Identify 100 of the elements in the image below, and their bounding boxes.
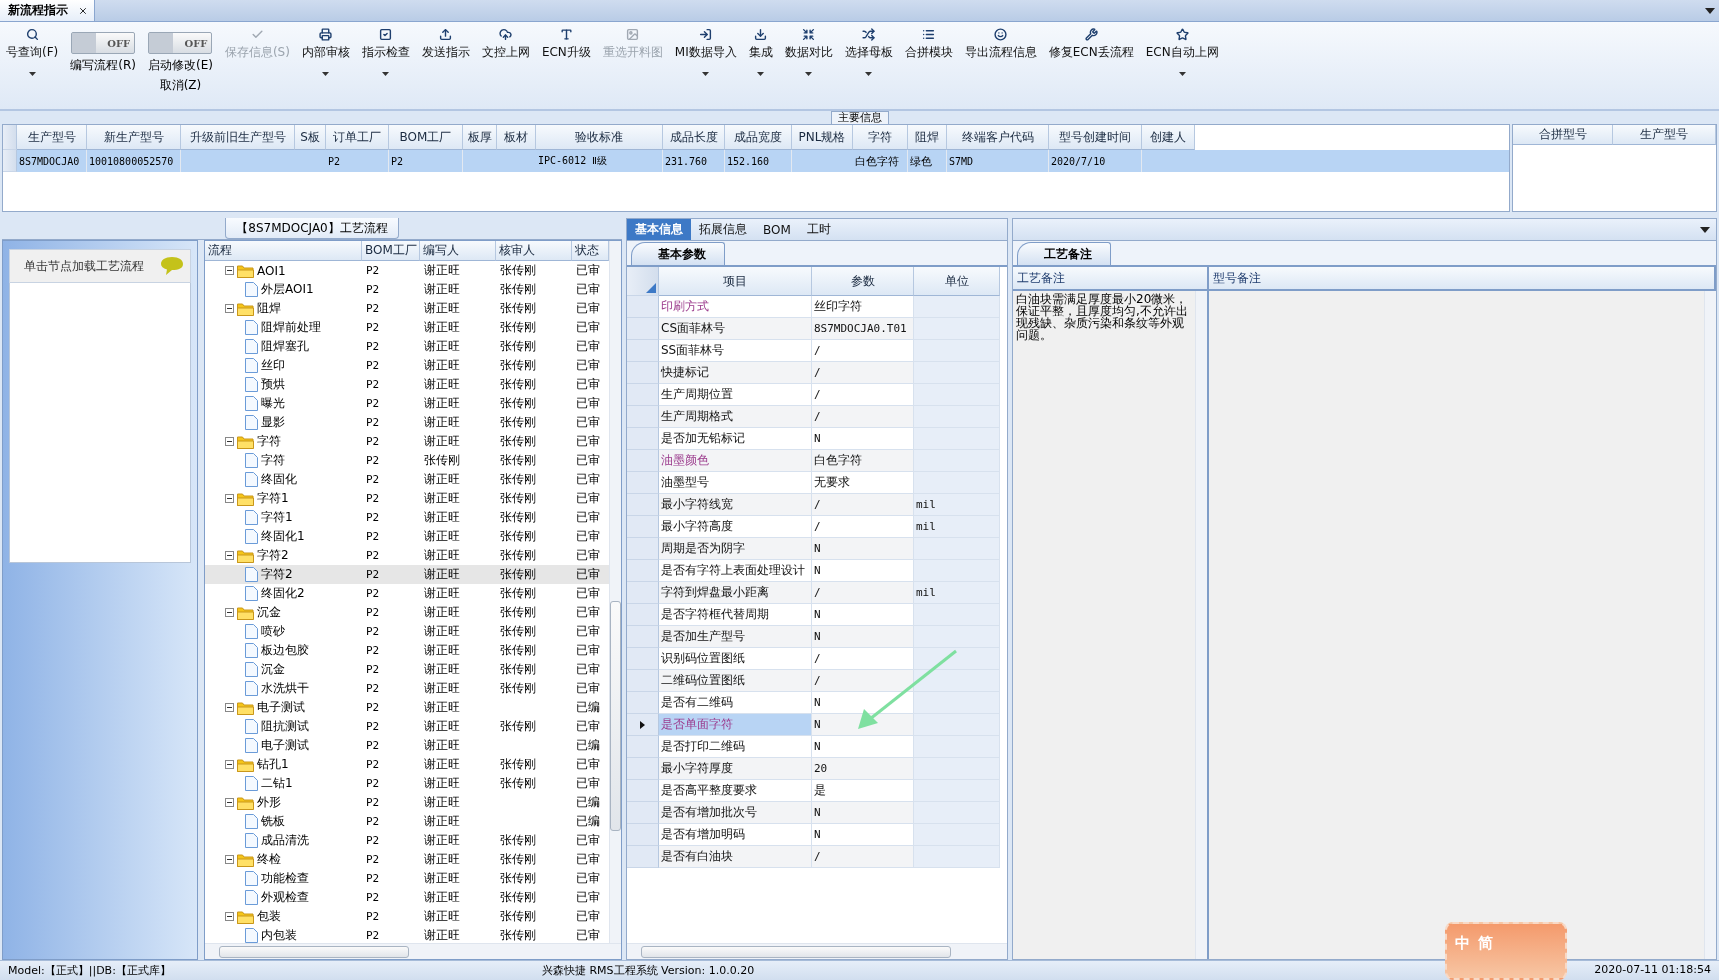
column-header[interactable]: 生产型号 — [1613, 125, 1716, 145]
tree-row[interactable]: 外形 P2 谢正旺 已编 — [205, 793, 609, 812]
table-row[interactable]: 字符到焊盘最小距离 / mil — [627, 582, 1007, 604]
table-row[interactable]: 油墨型号 无要求 — [627, 472, 1007, 494]
tree-row[interactable]: 喷砂 P2 谢正旺 张传刚 已审 — [205, 622, 609, 641]
tree-row[interactable]: 电子测试 P2 谢正旺 已编 — [205, 698, 609, 717]
column-header[interactable]: 合拼型号 — [1513, 125, 1613, 145]
tree-row[interactable]: 成品清洗 P2 谢正旺 张传刚 已审 — [205, 831, 609, 850]
tree-row[interactable]: 字符 P2 谢正旺 张传刚 已审 — [205, 432, 609, 451]
tab[interactable]: 基本信息 — [627, 219, 691, 240]
tree-row[interactable]: 电子测试 P2 谢正旺 已编 — [205, 736, 609, 755]
table-row[interactable]: 二维码位置图纸 / — [627, 670, 1007, 692]
tab[interactable]: 拓展信息 — [691, 219, 755, 240]
document-tab[interactable]: 新流程指示 — [0, 0, 95, 21]
tree-row[interactable]: 阻焊 P2 谢正旺 张传刚 已审 — [205, 299, 609, 318]
tree-row[interactable]: 钻孔1 P2 谢正旺 张传刚 已审 — [205, 755, 609, 774]
tree-row[interactable]: 功能检查 P2 谢正旺 张传刚 已审 — [205, 869, 609, 888]
toolbar-button[interactable]: 数据对比 — [778, 24, 839, 108]
toolbar-button[interactable]: 发送指示 — [415, 24, 476, 108]
column-header[interactable]: 订单工厂 — [326, 125, 389, 150]
tree-row[interactable]: 二钻1 P2 谢正旺 张传刚 已审 — [205, 774, 609, 793]
table-row[interactable]: 是否高平整度要求 是 — [627, 780, 1007, 802]
table-row[interactable]: 是否有增加批次号 N — [627, 802, 1007, 824]
collapse-icon[interactable] — [225, 855, 234, 864]
table-row[interactable]: 生产周期位置 / — [627, 384, 1007, 406]
table-row[interactable]: 快捷标记 / — [627, 362, 1007, 384]
column-header[interactable]: 项目 — [659, 267, 812, 296]
vertical-scrollbar[interactable] — [1195, 291, 1207, 959]
toolbar-button[interactable]: 文控上网 — [475, 24, 536, 108]
tab[interactable]: 工时 — [798, 219, 839, 240]
collapse-icon[interactable] — [225, 798, 234, 807]
tree-row[interactable]: 外观检查 P2 谢正旺 张传刚 已审 — [205, 888, 609, 907]
tab[interactable]: 工艺备注 — [1017, 242, 1111, 265]
toolbar-button[interactable]: ECN自动上网 — [1139, 24, 1225, 108]
tab[interactable]: 基本参数 — [631, 242, 725, 265]
toolbar-button[interactable]: 修复ECN丢流程 — [1042, 24, 1140, 108]
column-header[interactable]: 型号创建时间 — [1049, 125, 1142, 150]
table-row[interactable]: 最小字符高度 / mil — [627, 516, 1007, 538]
tree-row[interactable]: 阻焊塞孔 P2 谢正旺 张传刚 已审 — [205, 337, 609, 356]
horizontal-scrollbar[interactable] — [627, 943, 1007, 959]
column-header[interactable]: 核审人 — [496, 241, 572, 261]
toggle-switch[interactable]: OFF — [71, 32, 136, 54]
tree-row[interactable]: 板边包胶 P2 谢正旺 张传刚 已审 — [205, 641, 609, 660]
caret-icon[interactable] — [1705, 7, 1715, 14]
column-header[interactable]: 流程 — [205, 241, 362, 261]
tree-row[interactable]: 字符1 P2 谢正旺 张传刚 已审 — [205, 489, 609, 508]
collapse-icon[interactable] — [225, 266, 234, 275]
toggle-switch[interactable]: OFF — [148, 32, 213, 54]
table-row[interactable]: 是否加无铅标记 N — [627, 428, 1007, 450]
close-icon[interactable] — [78, 5, 88, 16]
column-header[interactable]: 字符 — [853, 125, 908, 150]
tab[interactable]: BOM — [755, 219, 799, 240]
table-row[interactable]: 印刷方式 丝印字符 — [627, 296, 1007, 318]
tree-row[interactable]: 丝印 P2 谢正旺 张传刚 已审 — [205, 356, 609, 375]
tree-row[interactable]: 曝光 P2 谢正旺 张传刚 已审 — [205, 394, 609, 413]
toolbar-button[interactable]: 选择母板 — [838, 24, 899, 108]
caret-icon[interactable] — [1700, 226, 1710, 233]
column-header[interactable]: 板材 — [497, 125, 536, 150]
collapse-icon[interactable] — [225, 304, 234, 313]
column-header[interactable]: 状态 — [572, 241, 609, 261]
toolbar-button[interactable]: 导出流程信息 — [958, 24, 1043, 108]
column-header[interactable]: 成品长度 — [663, 125, 725, 150]
table-row[interactable]: 是否有二维码 N — [627, 692, 1007, 714]
tree-row[interactable]: 预烘 P2 谢正旺 张传刚 已审 — [205, 375, 609, 394]
table-row[interactable]: 是否有字符上表面处理设计 N — [627, 560, 1007, 582]
tree-row[interactable]: AOI1 P2 谢正旺 张传刚 已审 — [205, 261, 609, 280]
table-row[interactable]: 是否有增加明码 N — [627, 824, 1007, 846]
tree-row[interactable]: 字符1 P2 谢正旺 张传刚 已审 — [205, 508, 609, 527]
collapse-icon[interactable] — [225, 912, 234, 921]
collapse-icon[interactable] — [225, 760, 234, 769]
vertical-scrollbar[interactable] — [609, 241, 621, 943]
table-row[interactable]: 是否字符框代替周期 N — [627, 604, 1007, 626]
tree-row[interactable]: 终固化 P2 谢正旺 张传刚 已审 — [205, 470, 609, 489]
column-header[interactable]: 阻焊 — [908, 125, 947, 150]
table-row[interactable]: CS面菲林号 8S7MDOCJA0.T01 — [627, 318, 1007, 340]
tree-row[interactable]: 字符2 P2 谢正旺 张传刚 已审 — [205, 565, 609, 584]
table-row[interactable]: 最小字符线宽 / mil — [627, 494, 1007, 516]
tree-row[interactable]: 沉金 P2 谢正旺 张传刚 已审 — [205, 603, 609, 622]
column-header[interactable]: 生产型号 — [17, 125, 87, 150]
column-header[interactable]: 单位 — [914, 267, 1000, 296]
tree-row[interactable]: 沉金 P2 谢正旺 张传刚 已审 — [205, 660, 609, 679]
column-header[interactable]: 参数 — [812, 267, 914, 296]
column-header[interactable]: S板 — [295, 125, 326, 150]
collapse-icon[interactable] — [225, 494, 234, 503]
column-header[interactable]: 成品宽度 — [725, 125, 792, 150]
tree-row[interactable]: 终固化2 P2 谢正旺 张传刚 已审 — [205, 584, 609, 603]
vertical-scrollbar[interactable] — [1704, 291, 1716, 959]
table-row[interactable]: SS面菲林号 / — [627, 340, 1007, 362]
table-row[interactable]: 是否加生产型号 N — [627, 626, 1007, 648]
collapse-icon[interactable] — [225, 608, 234, 617]
toolbar-button[interactable]: 合拼模块 — [898, 24, 959, 108]
toolbar-button[interactable]: ECN升级 — [535, 24, 597, 108]
tree-row[interactable]: 终固化1 P2 谢正旺 张传刚 已审 — [205, 527, 609, 546]
tree-row[interactable]: 阻焊前处理 P2 谢正旺 张传刚 已审 — [205, 318, 609, 337]
column-header[interactable]: PNL规格 — [792, 125, 853, 150]
table-row[interactable]: 8S7MDOCJA0 10010800052570 P2 P2 IPC-6012 Ⅱ级 231.760 152.160 白色字符 绿色 S7MD 2020/7/10 — [3, 150, 1509, 172]
column-header[interactable]: 升级前旧生产型号 — [181, 125, 295, 150]
column-header[interactable]: 板厚 — [463, 125, 497, 150]
column-header[interactable]: 验收标准 — [536, 125, 663, 150]
tree-row[interactable]: 包装 P2 谢正旺 张传刚 已审 — [205, 907, 609, 926]
